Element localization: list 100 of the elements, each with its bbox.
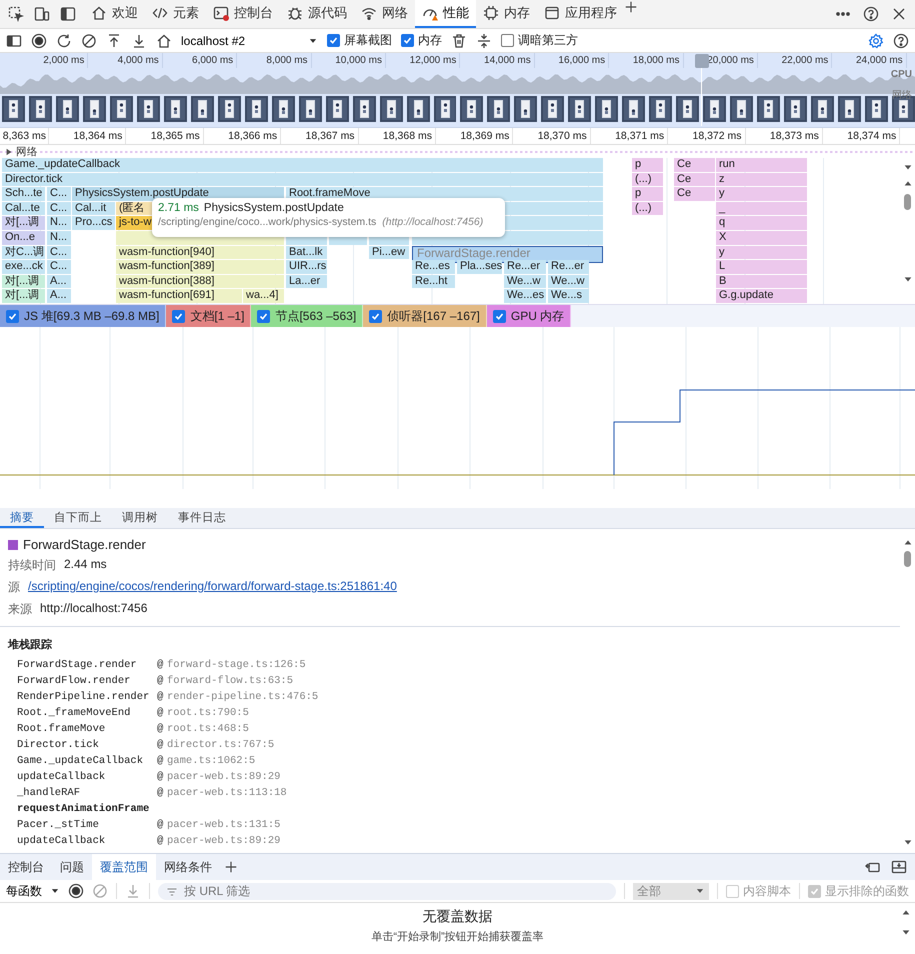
flame-block[interactable]: We...s [548,289,589,303]
flame-block[interactable]: C... [47,260,71,274]
checkbox[interactable] [257,310,270,322]
flame-block[interactable]: Re...es [412,260,455,274]
summary-tab[interactable]: 调用树 [112,508,168,528]
flame-block[interactable]: run [716,158,807,172]
flame-block[interactable]: A... [47,274,71,288]
source-location-link[interactable]: forward-stage.ts:126:5 [167,659,306,671]
flame-block[interactable]: _ [716,202,807,216]
flame-block[interactable]: z [716,172,807,186]
flame-block[interactable]: (...) [632,172,663,186]
drawer-tab[interactable]: 网络条件 [156,854,220,880]
flame-block[interactable]: We...w [548,274,589,288]
source-location-link[interactable]: pacer-web.ts:89:29 [167,771,280,783]
counter-toggle[interactable]: 侦听器[167 –167] [363,305,487,327]
source-location-link[interactable]: pacer-web.ts:131:5 [167,819,280,831]
flame-block[interactable]: wasm-function[389] [116,260,284,274]
flame-block[interactable]: La...er [286,274,327,288]
flame-block[interactable]: Sch...te [2,187,45,201]
flame-block[interactable]: 对C...调 [2,246,45,260]
flame-block[interactable]: y [716,246,807,260]
summary-tab[interactable]: 事件日志 [168,508,236,528]
source-link[interactable]: /scripting/engine/cocos/rendering/forward/forward-stage.ts:251861:40 [28,579,397,596]
panel-tab[interactable]: 网络 [354,0,415,28]
source-location-link[interactable]: director.ts:767:5 [167,739,274,751]
flame-block[interactable]: C... [47,187,71,201]
summary-tab[interactable]: 摘要 [0,508,44,528]
flame-block[interactable]: On...e [2,231,45,245]
flame-block[interactable]: Pla...ses [457,260,502,274]
checkbox[interactable] [401,34,414,47]
flame-block[interactable]: Re...er [548,260,589,274]
source-location-link[interactable]: game.ts:1062:5 [167,755,256,767]
flame-block[interactable]: Bat...lk [286,246,327,260]
flame-block[interactable]: Re...er [504,260,546,274]
scrollbar-thumb[interactable] [904,194,911,210]
flame-block[interactable]: y [716,187,807,201]
flame-block[interactable]: js-to-w [116,216,152,230]
flame-block[interactable]: q [716,216,807,230]
drawer-tab[interactable]: 问题 [52,854,92,880]
range-handle[interactable] [695,54,709,68]
flame-block[interactable]: G.g.update [716,289,807,303]
flame-block[interactable]: Cal...it [72,202,115,216]
flame-block[interactable]: Re...ht [412,274,455,288]
flame-block[interactable]: L [716,260,807,274]
flame-block[interactable]: Game._updateCallback [2,158,603,172]
checkbox[interactable] [6,310,19,322]
flame-block[interactable]: (匿名 [116,202,152,216]
flame-block[interactable]: 对[...调 [2,216,45,230]
panel-tab[interactable]: 欢迎 [84,0,145,28]
counter-toggle[interactable]: 节点[563 –563] [251,305,364,327]
flame-block[interactable]: Pro...cs [72,216,115,230]
mode-dropdown[interactable]: 每函数 [6,882,42,900]
flame-block[interactable]: C... [47,246,71,260]
checkbox[interactable] [327,34,340,47]
flame-block[interactable]: 对[...调 [2,289,45,303]
summary-tab[interactable]: 自下而上 [44,508,112,528]
source-location-link[interactable]: root.ts:468:5 [167,723,249,735]
collapsed-arrow-icon[interactable] [5,148,13,156]
panel-tab[interactable]: 应用程序 [537,0,624,28]
panel-tab[interactable]: 内存 [476,0,537,28]
flame-block[interactable]: C... [47,202,71,216]
drawer-tab[interactable]: 覆盖范围 [92,854,156,880]
flame-block[interactable]: N... [47,216,71,230]
panel-tab[interactable]: 控制台 [206,0,280,28]
flame-block[interactable]: A... [47,289,71,303]
counter-toggle[interactable]: 文档[1 –1] [166,305,252,327]
flame-block[interactable]: Ce [674,172,715,186]
flame-block[interactable]: Ce [674,158,715,172]
target-dropdown[interactable]: localhost #2 [181,34,299,48]
checkbox[interactable] [492,310,506,322]
flame-block[interactable]: Pi...ew [369,246,409,260]
panel-tab[interactable]: 元素 [145,0,206,28]
flame-block[interactable]: UIR...rs [286,260,327,274]
flame-block[interactable]: wa...4] [243,289,284,303]
checkbox[interactable] [501,34,514,47]
flame-block[interactable]: X [716,231,807,245]
flame-block[interactable]: Director.tick [2,172,603,186]
flame-block[interactable]: N... [47,231,71,245]
flame-block[interactable]: Cal...te [2,202,45,216]
flame-block[interactable]: p [632,158,663,172]
panel-tab[interactable]: 源代码 [280,0,354,28]
counter-toggle[interactable]: GPU 内存 [486,305,572,327]
flame-block[interactable]: B [716,274,807,288]
flame-block[interactable]: 对[...调 [2,274,45,288]
filter-field[interactable]: 按 URL 筛选 [158,882,616,900]
source-location-link[interactable]: render-pipeline.ts:476:5 [167,691,318,703]
scrollbar-thumb[interactable] [904,551,911,567]
flame-block[interactable]: We...es [504,289,546,303]
panel-tab[interactable]: 性能 [415,0,476,28]
drawer-tab[interactable]: 控制台 [0,854,52,880]
checkbox[interactable] [369,310,382,322]
source-location-link[interactable]: pacer-web.ts:89:29 [167,835,280,847]
flame-block[interactable]: p [632,187,663,201]
flame-block[interactable]: exe...ck [2,260,45,274]
flame-block[interactable]: wasm-function[691] [116,289,242,303]
flame-block[interactable]: wasm-function[388] [116,274,284,288]
source-location-link[interactable]: pacer-web.ts:113:18 [167,787,287,799]
flame-block[interactable]: (...) [632,202,663,216]
flame-block[interactable]: wasm-function[940] [116,246,284,260]
flame-block[interactable]: We...w [504,274,546,288]
